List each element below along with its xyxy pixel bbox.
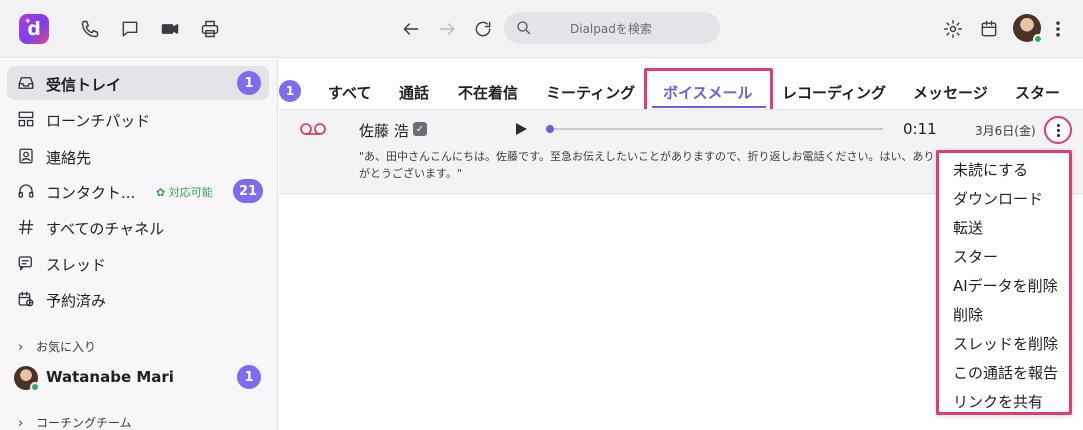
tab-missed-calls[interactable]: 不在着信 xyxy=(458,82,518,103)
calendar-icon[interactable] xyxy=(976,16,1002,42)
voicemail-icon xyxy=(300,121,326,135)
sidebar-item-label: 連絡先 xyxy=(46,149,92,167)
menu-item-report-call[interactable]: この通話を報告 xyxy=(953,362,1058,383)
chevron-right-icon: › xyxy=(18,340,24,355)
tab-calls[interactable]: 通話 xyxy=(399,82,429,103)
dialpad-logo[interactable]: ✦ d xyxy=(19,14,49,44)
contact-center-badge: 21 xyxy=(233,179,264,203)
chevron-right-icon: › xyxy=(18,416,24,430)
availability-status[interactable]: ✿ 対応可能 xyxy=(156,184,213,200)
headset-icon xyxy=(17,182,35,200)
voicemail-transcript: "あ、田中さんこんにちは。佐藤です。至急お伝えしたいことがありますので、折り返し… xyxy=(359,150,935,180)
top-bar: ✦ d Dialpadを検索 xyxy=(0,0,1083,58)
tab-messages[interactable]: メッセージ xyxy=(913,82,988,103)
sidebar-item-label: スレッド xyxy=(46,256,107,274)
sidebar-item-launchpad[interactable]: ローンチパッド xyxy=(7,102,269,136)
sidebar-item-label: すべてのチャネル xyxy=(46,220,165,238)
sidebar-item-scheduled[interactable]: 予約済み xyxy=(7,282,269,316)
menu-item-star[interactable]: スター xyxy=(953,246,998,267)
launchpad-icon xyxy=(17,110,35,128)
tab-starred[interactable]: スター xyxy=(1015,82,1060,103)
menu-item-share-link[interactable]: リンクを共有 xyxy=(953,391,1043,412)
sidebar-item-label: ローンチパッド xyxy=(46,112,151,130)
online-status-dot xyxy=(30,382,40,392)
availability-label: 対応可能 xyxy=(168,186,213,199)
search-placeholder: Dialpadを検索 xyxy=(570,22,652,36)
search-icon xyxy=(517,21,531,35)
back-arrow-icon[interactable] xyxy=(398,16,424,42)
tab-recordings[interactable]: レコーディング xyxy=(782,82,886,103)
menu-item-download[interactable]: ダウンロード xyxy=(953,188,1043,209)
printer-icon[interactable] xyxy=(197,16,223,42)
more-dot xyxy=(1056,133,1060,137)
playback-progress-bar[interactable] xyxy=(546,125,883,133)
tab-all[interactable]: すべて xyxy=(328,82,371,103)
favorites-section-header[interactable]: › お気に入り xyxy=(18,338,96,355)
favorite-avatar xyxy=(14,366,40,392)
verified-check-icon: ✓ xyxy=(413,122,427,136)
context-menu: 未読にする ダウンロード 転送 スター AIデータを削除 削除 スレッドを削除 … xyxy=(936,150,1072,415)
sidebar-item-label: コンタクト... xyxy=(46,184,136,202)
scheduled-icon xyxy=(17,290,35,308)
team-section-header[interactable]: › コーチングチーム xyxy=(18,414,132,430)
refresh-icon[interactable] xyxy=(470,16,496,42)
sidebar-item-label: 予約済み xyxy=(46,292,107,310)
favorite-contact-name[interactable]: Watanabe Mari xyxy=(46,368,174,386)
menu-item-mark-unread[interactable]: 未読にする xyxy=(953,159,1028,180)
video-icon[interactable] xyxy=(157,16,183,42)
unread-badge: 1 xyxy=(237,71,261,95)
sidebar: 受信トレイ 1 ローンチパッド 連絡先 コンタクト... ✿ 対応可能 21 す… xyxy=(0,59,278,430)
settings-icon[interactable] xyxy=(940,16,966,42)
chat-icon[interactable] xyxy=(117,16,143,42)
tab-meetings[interactable]: ミーティング xyxy=(546,82,635,103)
thread-icon xyxy=(17,254,35,272)
contacts-icon xyxy=(17,147,35,165)
caller-name[interactable]: 佐藤 浩 xyxy=(359,120,409,141)
more-vertical-icon[interactable] xyxy=(1045,16,1071,42)
sparkle-icon: ✦ xyxy=(24,17,32,27)
more-options-button[interactable] xyxy=(1044,116,1072,144)
voicemail-duration: 0:11 xyxy=(903,120,937,138)
sidebar-item-all-channels[interactable]: すべてのチャネル xyxy=(7,210,269,244)
sidebar-item-contacts[interactable]: 連絡先 xyxy=(7,139,269,173)
voicemail-tab-highlight xyxy=(644,68,773,115)
forward-arrow-icon[interactable] xyxy=(434,16,460,42)
play-button[interactable] xyxy=(513,121,529,137)
play-icon xyxy=(516,123,527,135)
sidebar-item-label: 受信トレイ xyxy=(46,76,122,94)
more-dot xyxy=(1056,128,1060,132)
menu-item-delete[interactable]: 削除 xyxy=(953,304,983,325)
voicemail-date: 3月6日(金) xyxy=(975,124,1036,138)
online-status-dot xyxy=(1033,34,1043,44)
sidebar-item-threads[interactable]: スレッド xyxy=(7,246,269,280)
sidebar-item-contact-center[interactable]: コンタクト... ✿ 対応可能 21 xyxy=(7,174,269,208)
sidebar-item-inbox[interactable]: 受信トレイ 1 xyxy=(7,66,269,100)
hash-icon xyxy=(17,218,35,236)
favorites-label: お気に入り xyxy=(36,340,97,354)
menu-item-forward[interactable]: 転送 xyxy=(953,217,983,238)
tabs-unread-count: 1 xyxy=(279,80,301,102)
menu-item-delete-ai-data[interactable]: AIデータを削除 xyxy=(953,275,1058,296)
user-avatar[interactable] xyxy=(1013,14,1043,44)
favorite-badge: 1 xyxy=(237,365,261,389)
menu-item-delete-thread[interactable]: スレッドを削除 xyxy=(953,333,1058,354)
playback-scrubber[interactable] xyxy=(546,125,554,133)
inbox-icon xyxy=(17,74,35,92)
phone-icon[interactable] xyxy=(77,16,103,42)
team-label: コーチングチーム xyxy=(36,416,132,430)
more-dot xyxy=(1056,123,1060,127)
search-input[interactable]: Dialpadを検索 xyxy=(504,12,720,44)
